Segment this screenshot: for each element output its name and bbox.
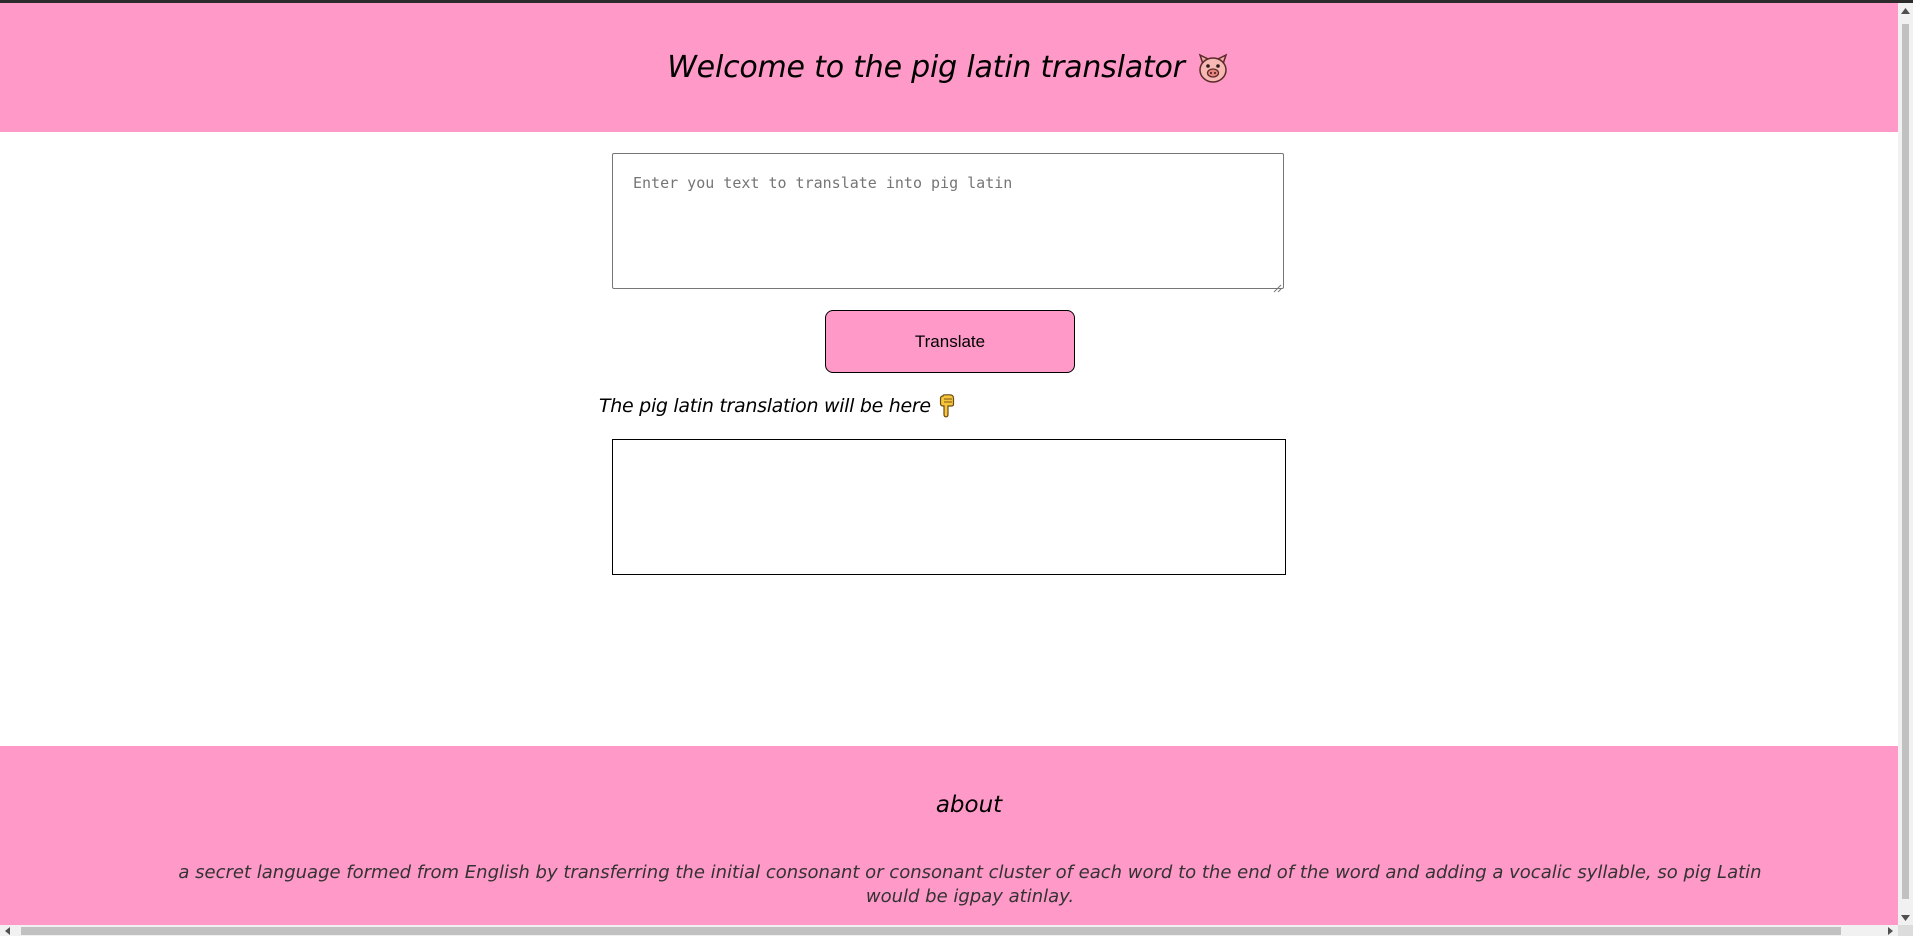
pointing-down-hand-icon [937, 394, 957, 418]
scroll-right-arrow-icon[interactable] [1883, 925, 1898, 936]
translate-button[interactable]: Translate [825, 310, 1075, 373]
horizontal-scrollbar-thumb[interactable] [21, 927, 1841, 935]
pig-face-icon [1195, 50, 1231, 86]
page-viewport: Welcome to the pig latin translator Ente… [0, 3, 1898, 925]
scroll-up-arrow-icon[interactable] [1898, 3, 1913, 18]
vertical-scrollbar-thumb[interactable] [1902, 24, 1909, 899]
vertical-scrollbar[interactable] [1898, 3, 1913, 925]
page-title-text: Welcome to the pig latin translator [667, 50, 1185, 85]
page-header: Welcome to the pig latin translator [0, 3, 1898, 132]
horizontal-scrollbar[interactable] [0, 925, 1898, 936]
textarea-resize-handle[interactable] [1272, 278, 1282, 293]
output-label: The pig latin translation will be here [599, 394, 957, 418]
about-description: a secret language formed from English by… [178, 862, 1762, 907]
about-heading: about [935, 792, 1003, 818]
pig-latin-input[interactable] [612, 153, 1284, 289]
scroll-left-arrow-icon[interactable] [0, 925, 15, 936]
scroll-down-arrow-icon[interactable] [1898, 910, 1913, 925]
pig-latin-output [612, 439, 1286, 575]
page-footer: about a secret language formed from Engl… [0, 746, 1898, 925]
scrollbar-corner [1898, 925, 1913, 936]
output-label-text: The pig latin translation will be here [599, 395, 931, 417]
page-title: Welcome to the pig latin translator [667, 50, 1231, 86]
